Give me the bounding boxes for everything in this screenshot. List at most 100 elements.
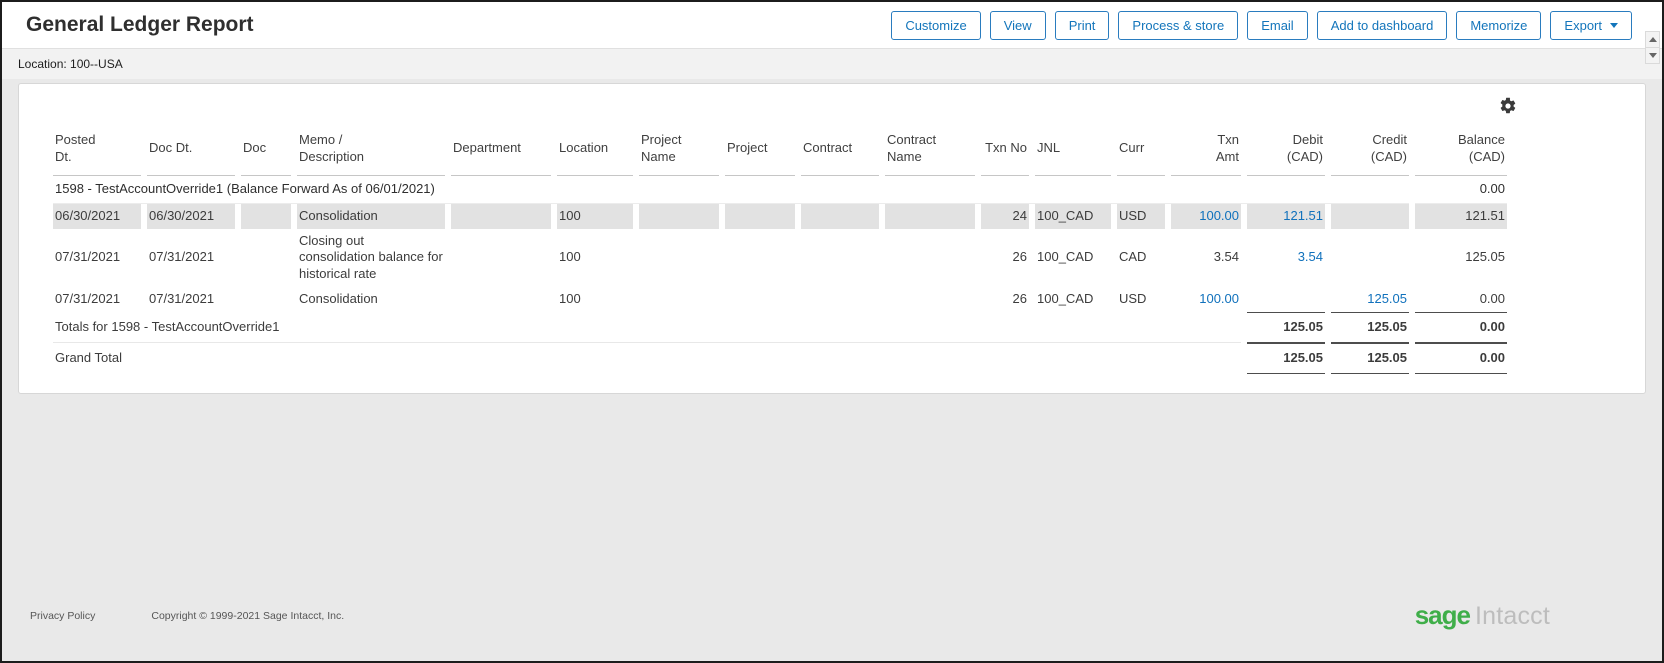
col-txn-amt: Txn Amt bbox=[1171, 130, 1241, 176]
cell-memo: Consolidation bbox=[297, 287, 445, 312]
action-button-group: Customize View Print Process & store Ema… bbox=[891, 11, 1632, 40]
cell-txn-amt-link[interactable]: 100.00 bbox=[1171, 287, 1241, 312]
vertical-scrollbar[interactable] bbox=[1645, 31, 1660, 64]
grand-total-row: Grand Total 125.05 125.05 0.00 bbox=[53, 343, 1507, 374]
add-to-dashboard-button[interactable]: Add to dashboard bbox=[1317, 11, 1448, 40]
memorize-button[interactable]: Memorize bbox=[1456, 11, 1541, 40]
cell-department bbox=[451, 204, 551, 229]
cell-txn-amt-link[interactable]: 100.00 bbox=[1171, 204, 1241, 229]
col-doc: Doc bbox=[241, 130, 291, 176]
cell-debit bbox=[1247, 287, 1325, 312]
col-department: Department bbox=[451, 130, 551, 176]
grand-total-label: Grand Total bbox=[53, 343, 1241, 374]
cell-jnl: 100_CAD bbox=[1035, 204, 1111, 229]
table-header-row: Posted Dt. Doc Dt. Doc Memo / Descriptio… bbox=[53, 130, 1507, 176]
col-contract: Contract bbox=[801, 130, 879, 176]
process-store-button[interactable]: Process & store bbox=[1118, 11, 1238, 40]
scroll-down-button[interactable] bbox=[1645, 47, 1660, 64]
cell-balance: 125.05 bbox=[1415, 229, 1507, 288]
cell-project-name bbox=[639, 229, 719, 288]
cell-project-name bbox=[639, 287, 719, 312]
cell-balance: 0.00 bbox=[1415, 287, 1507, 312]
location-text: Location: 100--USA bbox=[18, 57, 123, 71]
cell-balance: 121.51 bbox=[1415, 204, 1507, 229]
cell-jnl: 100_CAD bbox=[1035, 287, 1111, 312]
location-bar: Location: 100--USA bbox=[2, 49, 1662, 79]
account-group-label: 1598 - TestAccountOverride1 (Balance For… bbox=[53, 176, 1409, 204]
grand-total-credit: 125.05 bbox=[1331, 343, 1409, 374]
table-row: 07/31/2021 07/31/2021 Closing out consol… bbox=[53, 229, 1507, 288]
col-txn-no: Txn No bbox=[981, 130, 1029, 176]
cell-project bbox=[725, 204, 795, 229]
cell-contract-name bbox=[885, 229, 975, 288]
col-credit: Credit (CAD) bbox=[1331, 130, 1409, 176]
cell-department bbox=[451, 229, 551, 288]
cell-project bbox=[725, 229, 795, 288]
page-title: General Ledger Report bbox=[26, 13, 254, 37]
cell-txn-no: 26 bbox=[981, 229, 1029, 288]
table-row: 07/31/2021 07/31/2021 Consolidation 100 … bbox=[53, 287, 1507, 312]
view-button[interactable]: View bbox=[990, 11, 1046, 40]
totals-balance: 0.00 bbox=[1415, 312, 1507, 343]
copyright-text: Copyright © 1999-2021 Sage Intacct, Inc. bbox=[151, 610, 344, 622]
grand-total-debit: 125.05 bbox=[1247, 343, 1325, 374]
table-row: 06/30/2021 06/30/2021 Consolidation 100 … bbox=[53, 204, 1507, 229]
arrow-down-icon bbox=[1649, 53, 1657, 58]
cell-doc-dt: 07/31/2021 bbox=[147, 229, 235, 288]
general-ledger-table: Posted Dt. Doc Dt. Doc Memo / Descriptio… bbox=[47, 130, 1513, 374]
totals-credit: 125.05 bbox=[1331, 312, 1409, 343]
cell-curr: CAD bbox=[1117, 229, 1165, 288]
export-button[interactable]: Export bbox=[1550, 11, 1632, 40]
cell-balance: 0.00 bbox=[1415, 176, 1507, 204]
report-header-bar: General Ledger Report Customize View Pri… bbox=[2, 2, 1662, 49]
report-card: Posted Dt. Doc Dt. Doc Memo / Descriptio… bbox=[18, 83, 1646, 394]
col-project: Project bbox=[725, 130, 795, 176]
cell-memo: Closing out consolidation balance for hi… bbox=[297, 229, 445, 288]
cell-department bbox=[451, 287, 551, 312]
cell-contract-name bbox=[885, 287, 975, 312]
cell-txn-no: 24 bbox=[981, 204, 1029, 229]
col-project-name: Project Name bbox=[639, 130, 719, 176]
cell-debit-link[interactable]: 3.54 bbox=[1247, 229, 1325, 288]
cell-debit-link[interactable]: 121.51 bbox=[1247, 204, 1325, 229]
scroll-up-button[interactable] bbox=[1645, 31, 1660, 48]
col-curr: Curr bbox=[1117, 130, 1165, 176]
cell-txn-no: 26 bbox=[981, 287, 1029, 312]
cell-location: 100 bbox=[557, 287, 633, 312]
grand-total-balance: 0.00 bbox=[1415, 343, 1507, 374]
cell-doc bbox=[241, 287, 291, 312]
app-window: General Ledger Report Customize View Pri… bbox=[0, 0, 1664, 663]
totals-label: Totals for 1598 - TestAccountOverride1 bbox=[53, 312, 1241, 343]
cell-curr: USD bbox=[1117, 204, 1165, 229]
cell-location: 100 bbox=[557, 204, 633, 229]
cell-credit bbox=[1331, 204, 1409, 229]
cell-project-name bbox=[639, 204, 719, 229]
gear-icon[interactable] bbox=[1499, 97, 1519, 117]
cell-doc-dt: 06/30/2021 bbox=[147, 204, 235, 229]
cell-credit-link[interactable]: 125.05 bbox=[1331, 287, 1409, 312]
cell-doc bbox=[241, 229, 291, 288]
cell-contract-name bbox=[885, 204, 975, 229]
cell-posted-dt: 06/30/2021 bbox=[53, 204, 141, 229]
col-posted-dt: Posted Dt. bbox=[53, 130, 141, 176]
print-button[interactable]: Print bbox=[1055, 11, 1110, 40]
cell-memo: Consolidation bbox=[297, 204, 445, 229]
page-footer: Privacy Policy Copyright © 1999-2021 Sag… bbox=[2, 600, 1662, 661]
sage-logo-text: sage bbox=[1415, 600, 1470, 631]
col-balance: Balance (CAD) bbox=[1415, 130, 1507, 176]
customize-button[interactable]: Customize bbox=[891, 11, 980, 40]
sage-intacct-logo: sage Intacct bbox=[1415, 600, 1550, 631]
cell-credit bbox=[1331, 229, 1409, 288]
col-doc-dt: Doc Dt. bbox=[147, 130, 235, 176]
export-label: Export bbox=[1564, 19, 1602, 32]
chevron-down-icon bbox=[1610, 23, 1618, 28]
intacct-logo-text: Intacct bbox=[1475, 602, 1550, 631]
email-button[interactable]: Email bbox=[1247, 11, 1308, 40]
cell-location: 100 bbox=[557, 229, 633, 288]
arrow-up-icon bbox=[1649, 37, 1657, 42]
privacy-policy-link[interactable]: Privacy Policy bbox=[30, 610, 95, 622]
col-contract-name: Contract Name bbox=[885, 130, 975, 176]
totals-debit: 125.05 bbox=[1247, 312, 1325, 343]
cell-doc-dt: 07/31/2021 bbox=[147, 287, 235, 312]
cell-txn-amt: 3.54 bbox=[1171, 229, 1241, 288]
